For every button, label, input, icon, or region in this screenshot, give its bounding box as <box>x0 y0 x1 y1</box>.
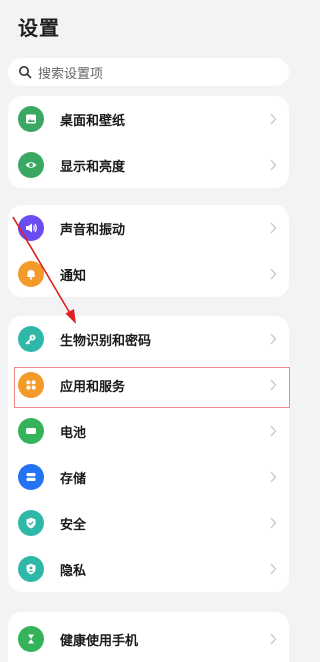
settings-item-label: 声音和振动 <box>60 222 126 238</box>
settings-group-system: 生物识别和密码 应用和服务 电池 存储 安全 隐私 <box>8 316 289 592</box>
settings-item-label: 桌面和壁纸 <box>60 113 126 129</box>
chevron-right-icon <box>270 333 277 345</box>
settings-item-label: 安全 <box>60 517 87 533</box>
settings-group-display: 桌面和壁纸 显示和亮度 <box>8 96 289 188</box>
settings-item-sound[interactable]: 声音和振动 <box>8 205 289 251</box>
settings-item-apps-services[interactable]: 应用和服务 <box>8 362 289 408</box>
search-icon <box>19 66 32 79</box>
settings-item-label: 生物识别和密码 <box>60 333 152 349</box>
privacy-icon <box>18 556 44 582</box>
settings-item-battery[interactable]: 电池 <box>8 408 289 454</box>
chevron-right-icon <box>270 517 277 529</box>
hourglass-icon <box>18 626 44 652</box>
key-icon <box>18 326 44 352</box>
storage-icon <box>18 464 44 490</box>
settings-item-privacy[interactable]: 隐私 <box>8 546 289 592</box>
speaker-icon <box>18 215 44 241</box>
chevron-right-icon <box>270 425 277 437</box>
settings-group-sound: 声音和振动 通知 <box>8 205 289 297</box>
settings-item-label: 通知 <box>60 268 87 284</box>
search-placeholder: 搜索设置项 <box>38 66 104 82</box>
chevron-right-icon <box>270 268 277 280</box>
chevron-right-icon <box>270 222 277 234</box>
settings-item-digital-balance[interactable]: 健康使用手机 <box>8 616 289 662</box>
settings-group-wellbeing: 健康使用手机 <box>8 612 289 662</box>
chevron-right-icon <box>270 633 277 645</box>
settings-item-storage[interactable]: 存储 <box>8 454 289 500</box>
apps-icon <box>18 372 44 398</box>
settings-item-biometrics[interactable]: 生物识别和密码 <box>8 316 289 362</box>
wallpaper-icon <box>18 106 44 132</box>
settings-item-display[interactable]: 显示和亮度 <box>8 142 289 188</box>
settings-item-security[interactable]: 安全 <box>8 500 289 546</box>
settings-item-label: 应用和服务 <box>60 379 126 395</box>
search-input[interactable]: 搜索设置项 <box>8 58 289 86</box>
settings-item-label: 健康使用手机 <box>60 633 139 649</box>
settings-item-label: 存储 <box>60 471 87 487</box>
settings-item-label: 电池 <box>60 425 87 441</box>
eye-icon <box>18 152 44 178</box>
settings-item-notifications[interactable]: 通知 <box>8 251 289 297</box>
battery-icon <box>18 418 44 444</box>
chevron-right-icon <box>270 379 277 391</box>
chevron-right-icon <box>270 471 277 483</box>
page-title: 设置 <box>18 16 60 40</box>
settings-item-label: 显示和亮度 <box>60 159 126 175</box>
bell-icon <box>18 261 44 287</box>
settings-item-wallpaper[interactable]: 桌面和壁纸 <box>8 96 289 142</box>
shield-check-icon <box>18 510 44 536</box>
chevron-right-icon <box>270 159 277 171</box>
settings-item-label: 隐私 <box>60 563 87 579</box>
chevron-right-icon <box>270 113 277 125</box>
chevron-right-icon <box>270 563 277 575</box>
